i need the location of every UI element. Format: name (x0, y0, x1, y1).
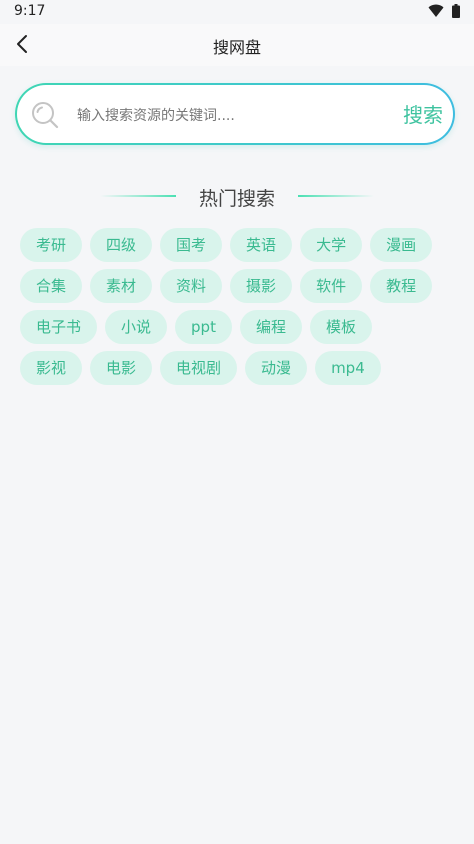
hot-tag[interactable]: 教程 (370, 269, 433, 303)
hot-tag[interactable]: 英语 (230, 228, 293, 262)
hot-tag[interactable]: 模板 (309, 310, 372, 344)
search-button[interactable]: 搜索 (403, 99, 443, 128)
hot-tag[interactable]: 影视 (20, 351, 83, 385)
hot-tag[interactable]: ppt (175, 310, 232, 344)
hot-tag[interactable]: 电影 (90, 351, 153, 385)
divider-right (298, 195, 374, 197)
search-input[interactable] (75, 99, 379, 133)
app-bar: 搜网盘 (0, 24, 474, 66)
page-title: 搜网盘 (212, 38, 261, 57)
hot-search-tags: 考研 四级 国考 英语 大学 漫画 合集 素材 资料 摄影 软件 教程 电子书 … (20, 228, 460, 392)
hot-tag[interactable]: 小说 (105, 310, 168, 344)
tag-row: 合集 素材 资料 摄影 软件 教程 (20, 269, 460, 303)
status-icons (428, 4, 460, 18)
hot-tag[interactable]: 国考 (160, 228, 223, 262)
hot-tag[interactable]: 动漫 (245, 351, 308, 385)
search-box: 搜索 (15, 83, 455, 145)
hot-tag[interactable]: 编程 (239, 310, 302, 344)
hot-tag[interactable]: 摄影 (230, 269, 293, 303)
hot-search-title: 热门搜索 (198, 188, 275, 210)
hot-tag[interactable]: 四级 (90, 228, 153, 262)
search-icon (31, 101, 59, 129)
hot-tag[interactable]: 合集 (20, 269, 83, 303)
wifi-icon (428, 4, 444, 18)
tag-row: 电子书 小说 ppt 编程 模板 (20, 310, 460, 344)
status-time: 9:17 (14, 3, 46, 19)
tag-row: 影视 电影 电视剧 动漫 mp4 (20, 351, 460, 385)
battery-icon (452, 4, 460, 18)
hot-tag[interactable]: mp4 (315, 351, 381, 385)
hot-search-header: 热门搜索 (0, 182, 474, 212)
hot-tag[interactable]: 软件 (300, 269, 363, 303)
hot-tag[interactable]: 资料 (160, 269, 223, 303)
hot-tag[interactable]: 电视剧 (160, 351, 238, 385)
hot-tag[interactable]: 大学 (300, 228, 363, 262)
hot-tag[interactable]: 漫画 (370, 228, 433, 262)
hot-tag[interactable]: 素材 (90, 269, 153, 303)
status-bar: 9:17 (0, 0, 474, 24)
tag-row: 考研 四级 国考 英语 大学 漫画 (20, 228, 460, 262)
hot-tag[interactable]: 考研 (20, 228, 83, 262)
hot-tag[interactable]: 电子书 (20, 310, 98, 344)
